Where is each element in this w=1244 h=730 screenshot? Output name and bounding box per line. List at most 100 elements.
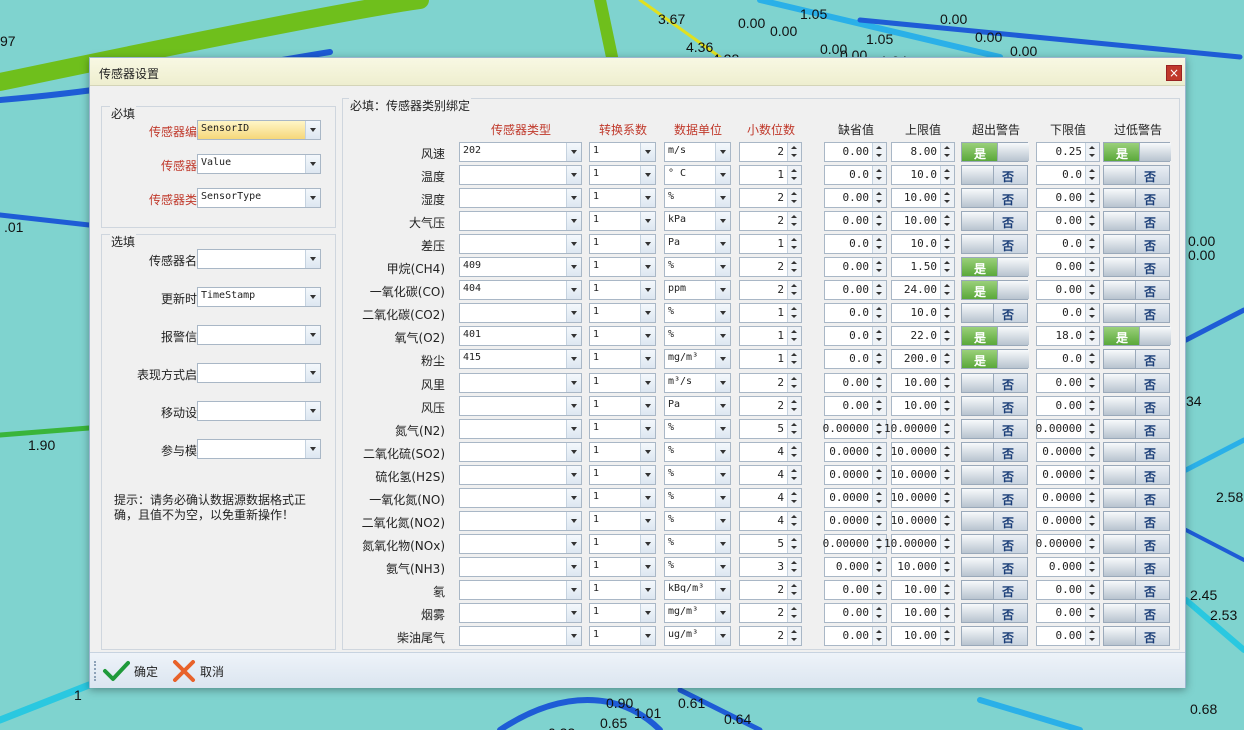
chevron-down-icon[interactable] [715, 281, 730, 300]
sensor-factor-combo[interactable]: 1 [589, 234, 656, 255]
chevron-down-icon[interactable] [566, 166, 581, 185]
sensor-lower-spinner[interactable]: 0.000 [1036, 556, 1100, 577]
chevron-down-icon[interactable] [715, 419, 730, 438]
close-button[interactable]: × [1166, 65, 1182, 81]
sensor-decimals-spinner[interactable]: 5 [739, 418, 802, 439]
sensor-over-warn-toggle[interactable]: 否 [961, 372, 1028, 393]
sensor-type-combo[interactable] [459, 418, 582, 439]
sensor-type-combo[interactable] [459, 188, 582, 209]
sensor-factor-combo[interactable]: 1 [589, 372, 656, 393]
sensor-factor-combo[interactable]: 1 [589, 142, 656, 162]
spin-arrows-icon[interactable] [787, 212, 801, 231]
sensor-low-warn-toggle[interactable]: 否 [1103, 556, 1170, 577]
spin-arrows-icon[interactable] [940, 442, 954, 461]
sensor-unit-combo[interactable]: % [664, 257, 731, 278]
sensor-type-combo[interactable] [459, 441, 582, 462]
sensor-lower-spinner[interactable]: 0.00 [1036, 280, 1100, 301]
chevron-down-icon[interactable] [566, 350, 581, 369]
spin-arrows-icon[interactable] [787, 373, 801, 392]
sensor-unit-combo[interactable]: % [664, 464, 731, 485]
chevron-down-icon[interactable] [566, 327, 581, 346]
sensor-default-spinner[interactable]: 0.0 [824, 165, 887, 186]
chevron-down-icon[interactable] [640, 534, 655, 553]
chevron-down-icon[interactable] [566, 488, 581, 507]
spin-arrows-icon[interactable] [872, 511, 886, 530]
sensor-type-combo[interactable] [459, 464, 582, 485]
spin-arrows-icon[interactable] [1085, 235, 1099, 254]
chevron-down-icon[interactable] [640, 166, 655, 185]
sensor-lower-spinner[interactable]: 0.00 [1036, 188, 1100, 209]
spin-arrows-icon[interactable] [940, 580, 954, 599]
chevron-down-icon[interactable] [305, 155, 320, 173]
sensor-factor-combo[interactable]: 1 [589, 349, 656, 370]
sensor-upper-spinner[interactable]: 22.0 [891, 326, 955, 347]
field-combo[interactable]: Value [197, 154, 321, 174]
chevron-down-icon[interactable] [305, 402, 320, 420]
sensor-decimals-spinner[interactable]: 5 [739, 533, 802, 554]
chevron-down-icon[interactable] [305, 189, 320, 207]
spin-arrows-icon[interactable] [1085, 143, 1099, 161]
sensor-over-warn-toggle[interactable]: 否 [961, 418, 1028, 439]
sensor-decimals-spinner[interactable]: 2 [739, 142, 802, 162]
sensor-over-warn-toggle[interactable]: 否 [961, 510, 1028, 531]
sensor-default-spinner[interactable]: 0.00 [824, 395, 887, 416]
spin-arrows-icon[interactable] [872, 166, 886, 185]
sensor-low-warn-toggle[interactable]: 否 [1103, 533, 1170, 554]
chevron-down-icon[interactable] [640, 327, 655, 346]
sensor-lower-spinner[interactable]: 0.00000 [1036, 533, 1100, 554]
spin-arrows-icon[interactable] [872, 442, 886, 461]
spin-arrows-icon[interactable] [787, 281, 801, 300]
sensor-low-warn-toggle[interactable]: 否 [1103, 372, 1170, 393]
spin-arrows-icon[interactable] [872, 350, 886, 369]
spin-arrows-icon[interactable] [940, 304, 954, 323]
chevron-down-icon[interactable] [640, 143, 655, 161]
sensor-factor-combo[interactable]: 1 [589, 441, 656, 462]
sensor-default-spinner[interactable]: 0.00 [824, 579, 887, 600]
sensor-type-combo[interactable]: 404 [459, 280, 582, 301]
chevron-down-icon[interactable] [566, 511, 581, 530]
chevron-down-icon[interactable] [640, 627, 655, 646]
spin-arrows-icon[interactable] [872, 143, 886, 161]
spin-arrows-icon[interactable] [787, 327, 801, 346]
spin-arrows-icon[interactable] [1085, 442, 1099, 461]
chevron-down-icon[interactable] [640, 557, 655, 576]
sensor-unit-combo[interactable]: % [664, 441, 731, 462]
sensor-unit-combo[interactable]: kPa [664, 211, 731, 232]
chevron-down-icon[interactable] [566, 396, 581, 415]
spin-arrows-icon[interactable] [1085, 419, 1099, 438]
spin-arrows-icon[interactable] [787, 419, 801, 438]
sensor-decimals-spinner[interactable]: 2 [739, 626, 802, 647]
sensor-default-spinner[interactable]: 0.00000 [823, 533, 887, 554]
sensor-factor-combo[interactable]: 1 [589, 257, 656, 278]
chevron-down-icon[interactable] [566, 557, 581, 576]
chevron-down-icon[interactable] [715, 327, 730, 346]
sensor-upper-spinner[interactable]: 10.00 [891, 603, 955, 623]
spin-arrows-icon[interactable] [940, 258, 954, 277]
spin-arrows-icon[interactable] [1085, 212, 1099, 231]
sensor-lower-spinner[interactable]: 0.0000 [1036, 487, 1100, 508]
sensor-default-spinner[interactable]: 0.0000 [824, 510, 887, 531]
chevron-down-icon[interactable] [715, 166, 730, 185]
spin-arrows-icon[interactable] [872, 304, 886, 323]
sensor-lower-spinner[interactable]: 0.0 [1036, 303, 1100, 324]
spin-arrows-icon[interactable] [872, 465, 886, 484]
sensor-over-warn-toggle[interactable]: 否 [961, 303, 1028, 324]
spin-arrows-icon[interactable] [872, 580, 886, 599]
spin-arrows-icon[interactable] [787, 604, 801, 622]
spin-arrows-icon[interactable] [787, 258, 801, 277]
sensor-over-warn-toggle[interactable]: 否 [961, 165, 1028, 186]
sensor-unit-combo[interactable]: % [664, 418, 731, 439]
sensor-lower-spinner[interactable]: 0.00 [1036, 579, 1100, 600]
chevron-down-icon[interactable] [715, 235, 730, 254]
sensor-upper-spinner[interactable]: 24.00 [891, 280, 955, 301]
sensor-decimals-spinner[interactable]: 2 [739, 280, 802, 301]
sensor-unit-combo[interactable]: kBq/m³ [664, 579, 731, 600]
sensor-unit-combo[interactable]: ug/m³ [664, 626, 731, 647]
chevron-down-icon[interactable] [305, 250, 320, 268]
chevron-down-icon[interactable] [640, 258, 655, 277]
sensor-low-warn-toggle[interactable]: 否 [1103, 603, 1170, 623]
chevron-down-icon[interactable] [566, 465, 581, 484]
chevron-down-icon[interactable] [715, 488, 730, 507]
sensor-low-warn-toggle[interactable]: 否 [1103, 188, 1170, 209]
sensor-default-spinner[interactable]: 0.00 [824, 142, 887, 162]
